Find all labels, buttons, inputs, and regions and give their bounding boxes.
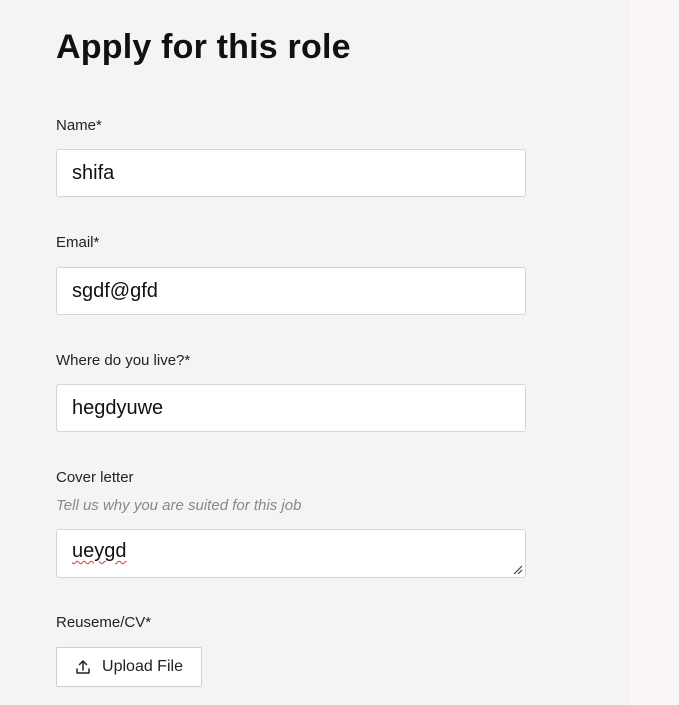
name-label: Name* bbox=[56, 117, 102, 134]
page-title: Apply for this role bbox=[56, 28, 351, 66]
name-field[interactable] bbox=[56, 149, 526, 197]
upload-file-button[interactable]: Upload File bbox=[56, 647, 202, 687]
cover-letter-textarea[interactable]: ueygd bbox=[56, 529, 526, 578]
email-field[interactable] bbox=[56, 267, 526, 315]
resume-label: Reuseme/CV* bbox=[56, 614, 152, 631]
email-label: Email* bbox=[56, 234, 100, 251]
cover-letter-hint: Tell us why you are suited for this job bbox=[56, 497, 302, 514]
location-label: Where do you live?* bbox=[56, 352, 191, 369]
upload-icon bbox=[76, 660, 90, 674]
application-form-panel: Apply for this role Name* Email* Where d… bbox=[0, 0, 630, 705]
upload-file-label: Upload File bbox=[102, 658, 183, 675]
location-field[interactable] bbox=[56, 384, 526, 432]
cover-letter-text: ueygd bbox=[72, 540, 127, 562]
cover-letter-label: Cover letter bbox=[56, 469, 134, 486]
resize-handle-icon[interactable] bbox=[513, 565, 523, 575]
